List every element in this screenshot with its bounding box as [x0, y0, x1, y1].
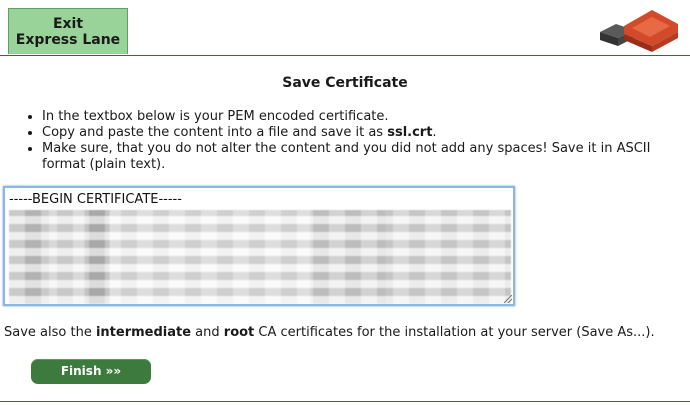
- save-also-note: Save also the intermediate and root CA c…: [4, 325, 655, 340]
- instruction-text: Make sure, that you do not alter the con…: [42, 141, 651, 172]
- header: Exit Express Lane: [0, 0, 690, 57]
- exit-express-lane-button[interactable]: Exit Express Lane: [8, 8, 128, 54]
- instruction-text: In the textbox below is your PEM encoded…: [42, 109, 389, 124]
- exit-label-line1: Exit: [52, 16, 84, 32]
- instruction-item: Make sure, that you do not alter the con…: [42, 141, 680, 173]
- save-also-prefix: Save also the: [4, 325, 96, 340]
- exit-label-line2: Express Lane: [15, 32, 121, 48]
- finish-button[interactable]: Finish »»: [31, 359, 151, 384]
- filename-text: ssl.crt: [387, 125, 433, 140]
- footer-divider: [0, 401, 690, 402]
- header-divider: [0, 55, 690, 56]
- root-link[interactable]: root: [224, 325, 255, 340]
- instruction-item: In the textbox below is your PEM encoded…: [42, 109, 680, 125]
- page-title: Save Certificate: [282, 75, 408, 91]
- certificate-first-line: -----BEGIN CERTIFICATE-----: [9, 192, 182, 207]
- instruction-list: In the textbox below is your PEM encoded…: [20, 109, 680, 173]
- certificate-content-redacted: [9, 210, 511, 304]
- certificate-textbox[interactable]: -----BEGIN CERTIFICATE-----: [3, 186, 515, 306]
- instruction-item: Copy and paste the content into a file a…: [42, 125, 680, 141]
- instruction-end: .: [432, 125, 437, 140]
- save-also-suffix: CA certificates for the installation at …: [254, 325, 655, 340]
- intermediate-link[interactable]: intermediate: [96, 325, 191, 340]
- save-also-and: and: [191, 325, 224, 340]
- textbox-resize-handle[interactable]: [504, 295, 512, 303]
- brand-logo-icon: [594, 8, 680, 52]
- instruction-text: Copy and paste the content into a file a…: [42, 125, 388, 140]
